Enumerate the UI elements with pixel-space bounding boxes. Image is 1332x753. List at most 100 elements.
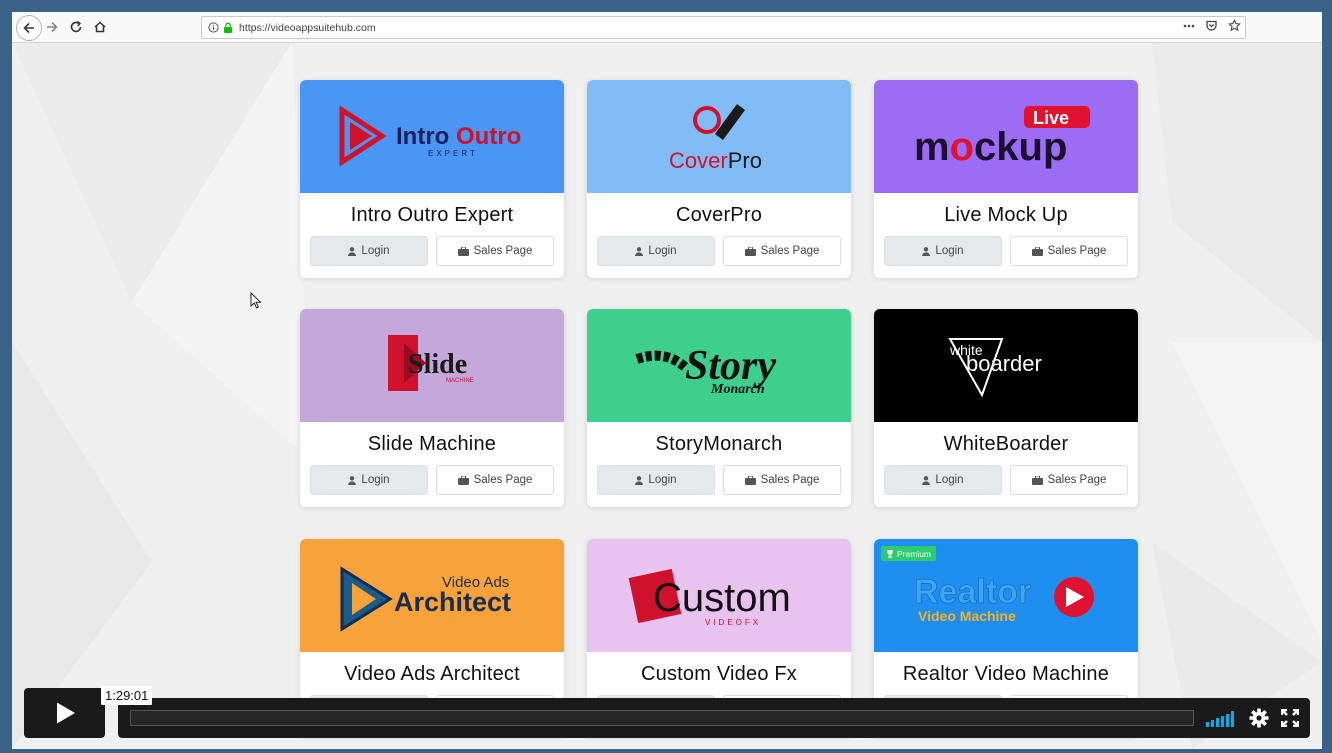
sales-page-label: Sales Page (1047, 474, 1107, 486)
app-title: Live Mock Up (944, 204, 1068, 226)
login-button[interactable]: Login (597, 465, 715, 495)
briefcase-icon (744, 246, 756, 256)
sales-page-label: Sales Page (1047, 245, 1107, 257)
login-label: Login (935, 474, 964, 486)
app-logo-banner: Intro Outro EXPERT (300, 80, 564, 193)
app-logo-banner: Video Ads Architect (300, 539, 564, 652)
login-label: Login (361, 245, 390, 257)
login-button[interactable]: Login (310, 465, 428, 495)
premium-badge: Premium (881, 546, 937, 561)
timecode-tooltip: 1:29:01 (101, 686, 153, 705)
login-button[interactable]: Login (310, 236, 428, 266)
fullscreen-icon (1281, 709, 1299, 727)
sales-page-button[interactable]: Sales Page (723, 465, 841, 495)
briefcase-icon (744, 475, 756, 485)
app-title: Realtor Video Machine (902, 663, 1110, 685)
app-card: Slide MACHINE Slide Machine Login Sales … (300, 309, 564, 507)
app-card: Intro Outro EXPERT Intro Outro Expert Lo… (300, 80, 564, 278)
app-card: CoverPro CoverPro Login Sales Page (587, 80, 851, 278)
login-label: Login (361, 474, 390, 486)
user-icon (635, 475, 644, 485)
user-icon (635, 246, 644, 256)
login-button[interactable]: Login (597, 236, 715, 266)
app-logo-banner: white boarder (874, 309, 1138, 422)
arrow-right-icon (47, 21, 58, 33)
app-title: WhiteBoarder (943, 433, 1069, 455)
app-logo-banner: Live mockup (874, 80, 1138, 193)
app-card: white boarder WhiteBoarder Login Sales P… (874, 309, 1138, 507)
browser-toolbar: https://videoappsuitehub.com (12, 12, 1322, 43)
app-title: Custom Video Fx (640, 663, 798, 685)
svg-text:EXPERT: EXPERT (428, 149, 478, 158)
app-title: StoryMonarch (655, 433, 783, 455)
svg-text:Realtor: Realtor (914, 573, 1031, 611)
play-button[interactable] (24, 688, 105, 738)
app-title: Intro Outro Expert (350, 204, 514, 226)
volume-button[interactable] (1206, 708, 1236, 728)
progress-bar[interactable] (130, 710, 1194, 726)
svg-text:boarder: boarder (966, 351, 1042, 376)
home-button[interactable] (89, 16, 111, 38)
gear-icon (1249, 708, 1269, 728)
premium-badge-label: Premium (897, 548, 932, 559)
reload-icon (70, 20, 82, 33)
app-title: Slide Machine (367, 433, 497, 455)
settings-button[interactable] (1249, 708, 1269, 728)
sales-page-button[interactable]: Sales Page (723, 236, 841, 266)
fullscreen-button[interactable] (1281, 708, 1299, 728)
info-icon[interactable] (208, 22, 219, 33)
login-label: Login (648, 245, 677, 257)
svg-text:CoverPro: CoverPro (669, 148, 762, 173)
briefcase-icon (457, 246, 469, 256)
lock-icon (224, 22, 232, 33)
sales-page-label: Sales Page (760, 474, 820, 486)
back-button[interactable] (16, 15, 42, 41)
login-label: Login (648, 474, 677, 486)
app-logo-banner: CoverPro (587, 80, 851, 193)
home-icon (94, 21, 106, 33)
page-actions-icon[interactable] (1183, 24, 1195, 28)
play-icon (56, 702, 75, 724)
sales-page-button[interactable]: Sales Page (436, 236, 554, 266)
user-icon (348, 246, 357, 256)
svg-text:mockup: mockup (914, 125, 1067, 169)
app-title: CoverPro (675, 204, 763, 226)
bookmark-star-icon[interactable] (1228, 19, 1241, 32)
app-card: Live mockup Live Mock Up Login Sales Pag… (874, 80, 1138, 278)
volume-bars-icon (1206, 711, 1234, 727)
svg-text:Slide: Slide (408, 349, 467, 380)
mouse-cursor-icon (250, 292, 262, 309)
svg-text:Monarch: Monarch (710, 382, 765, 397)
sales-page-button[interactable]: Sales Page (436, 465, 554, 495)
briefcase-icon (1031, 475, 1043, 485)
user-icon (922, 246, 931, 256)
url-text: https://videoappsuitehub.com (239, 21, 376, 34)
address-bar[interactable]: https://videoappsuitehub.com (201, 16, 1246, 39)
sales-page-label: Sales Page (760, 245, 820, 257)
login-button[interactable]: Login (884, 465, 1002, 495)
app-logo-banner: Slide MACHINE (300, 309, 564, 422)
sales-page-button[interactable]: Sales Page (1010, 236, 1128, 266)
app-title: Video Ads Architect (344, 663, 520, 685)
app-card: Story Monarch StoryMonarch Login Sales P… (587, 309, 851, 507)
sales-page-button[interactable]: Sales Page (1010, 465, 1128, 495)
svg-text:Video Machine: Video Machine (918, 608, 1016, 624)
pocket-icon[interactable] (1205, 19, 1218, 32)
login-button[interactable]: Login (884, 236, 1002, 266)
app-logo-banner: Story Monarch (587, 309, 851, 422)
briefcase-icon (1031, 246, 1043, 256)
arrow-left-icon (23, 22, 34, 34)
svg-text:VIDEOFX: VIDEOFX (705, 618, 761, 627)
svg-text:Intro Outro: Intro Outro (396, 123, 521, 150)
svg-text:MACHINE: MACHINE (446, 378, 474, 384)
briefcase-icon (457, 475, 469, 485)
login-label: Login (935, 245, 964, 257)
svg-text:Architect: Architect (394, 587, 511, 617)
window-frame: https://videoappsuitehub.com Intro Outro… (12, 12, 1322, 749)
sales-page-label: Sales Page (473, 474, 533, 486)
user-icon (922, 475, 931, 485)
player-control-bar (118, 698, 1310, 738)
user-icon (348, 475, 357, 485)
forward-button[interactable] (41, 16, 63, 38)
reload-button[interactable] (65, 16, 87, 38)
